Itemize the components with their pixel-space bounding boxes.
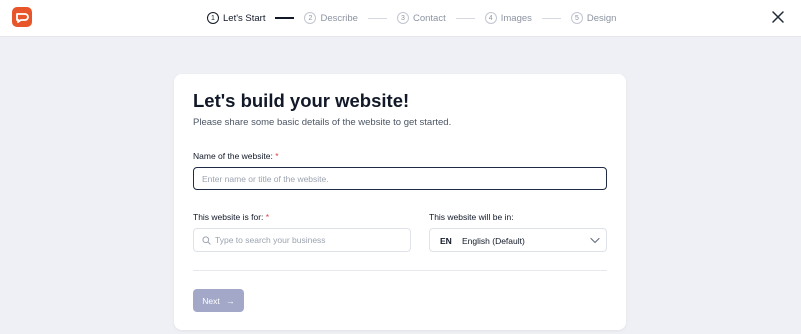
website-for-label: This website is for: * [193, 212, 269, 222]
search-icon [202, 236, 211, 245]
business-search-field[interactable] [193, 228, 411, 252]
chevron-down-icon [590, 237, 600, 244]
required-mark: * [275, 151, 279, 161]
next-button[interactable]: Next → [193, 289, 244, 312]
step-contact[interactable]: 3 Contact [396, 12, 446, 24]
step-separator [367, 17, 387, 19]
step-separator [455, 17, 475, 19]
top-bar: 1 Let's Start 2 Describe 3 Contact 4 Ima… [0, 0, 801, 37]
language-code: EN [440, 236, 452, 246]
website-name-label: Name of the website: * [193, 151, 279, 161]
progress-steps: 1 Let's Start 2 Describe 3 Contact 4 Ima… [207, 10, 616, 26]
step-label: Contact [412, 12, 446, 24]
website-for-label-text: This website is for: [193, 212, 264, 222]
step-number: 4 [484, 12, 497, 24]
website-name-label-text: Name of the website: [193, 151, 273, 161]
language-name: English (Default) [462, 236, 525, 246]
page-title: Let's build your website! [193, 90, 410, 111]
step-lets-start[interactable]: 1 Let's Start [207, 12, 265, 24]
step-number: 2 [304, 12, 317, 24]
step-design[interactable]: 5 Design [570, 12, 617, 24]
page-subtitle: Please share some basic details of the w… [193, 117, 452, 128]
step-label: Let's Start [223, 12, 266, 24]
step-label: Images [500, 12, 532, 24]
step-describe[interactable]: 2 Describe [304, 12, 358, 24]
language-select[interactable]: EN English (Default) [429, 228, 607, 252]
brand-logo-icon[interactable] [12, 7, 32, 27]
language-label: This website will be in: [429, 212, 514, 222]
next-button-label: Next [202, 295, 220, 306]
website-setup-card: Let's build your website! Please share s… [174, 74, 626, 330]
step-images[interactable]: 4 Images [484, 12, 532, 24]
step-separator [275, 17, 295, 19]
step-separator [541, 17, 561, 19]
step-label: Describe [320, 12, 358, 24]
required-mark: * [265, 212, 270, 222]
step-number: 5 [570, 12, 583, 24]
step-number: 1 [207, 12, 219, 24]
business-search-input[interactable] [215, 229, 407, 251]
website-name-input[interactable] [193, 167, 607, 190]
close-icon[interactable] [771, 10, 785, 24]
arrow-right-icon: → [225, 295, 235, 306]
step-label: Design [586, 12, 617, 24]
step-number: 3 [396, 12, 409, 24]
form-divider [193, 270, 607, 271]
